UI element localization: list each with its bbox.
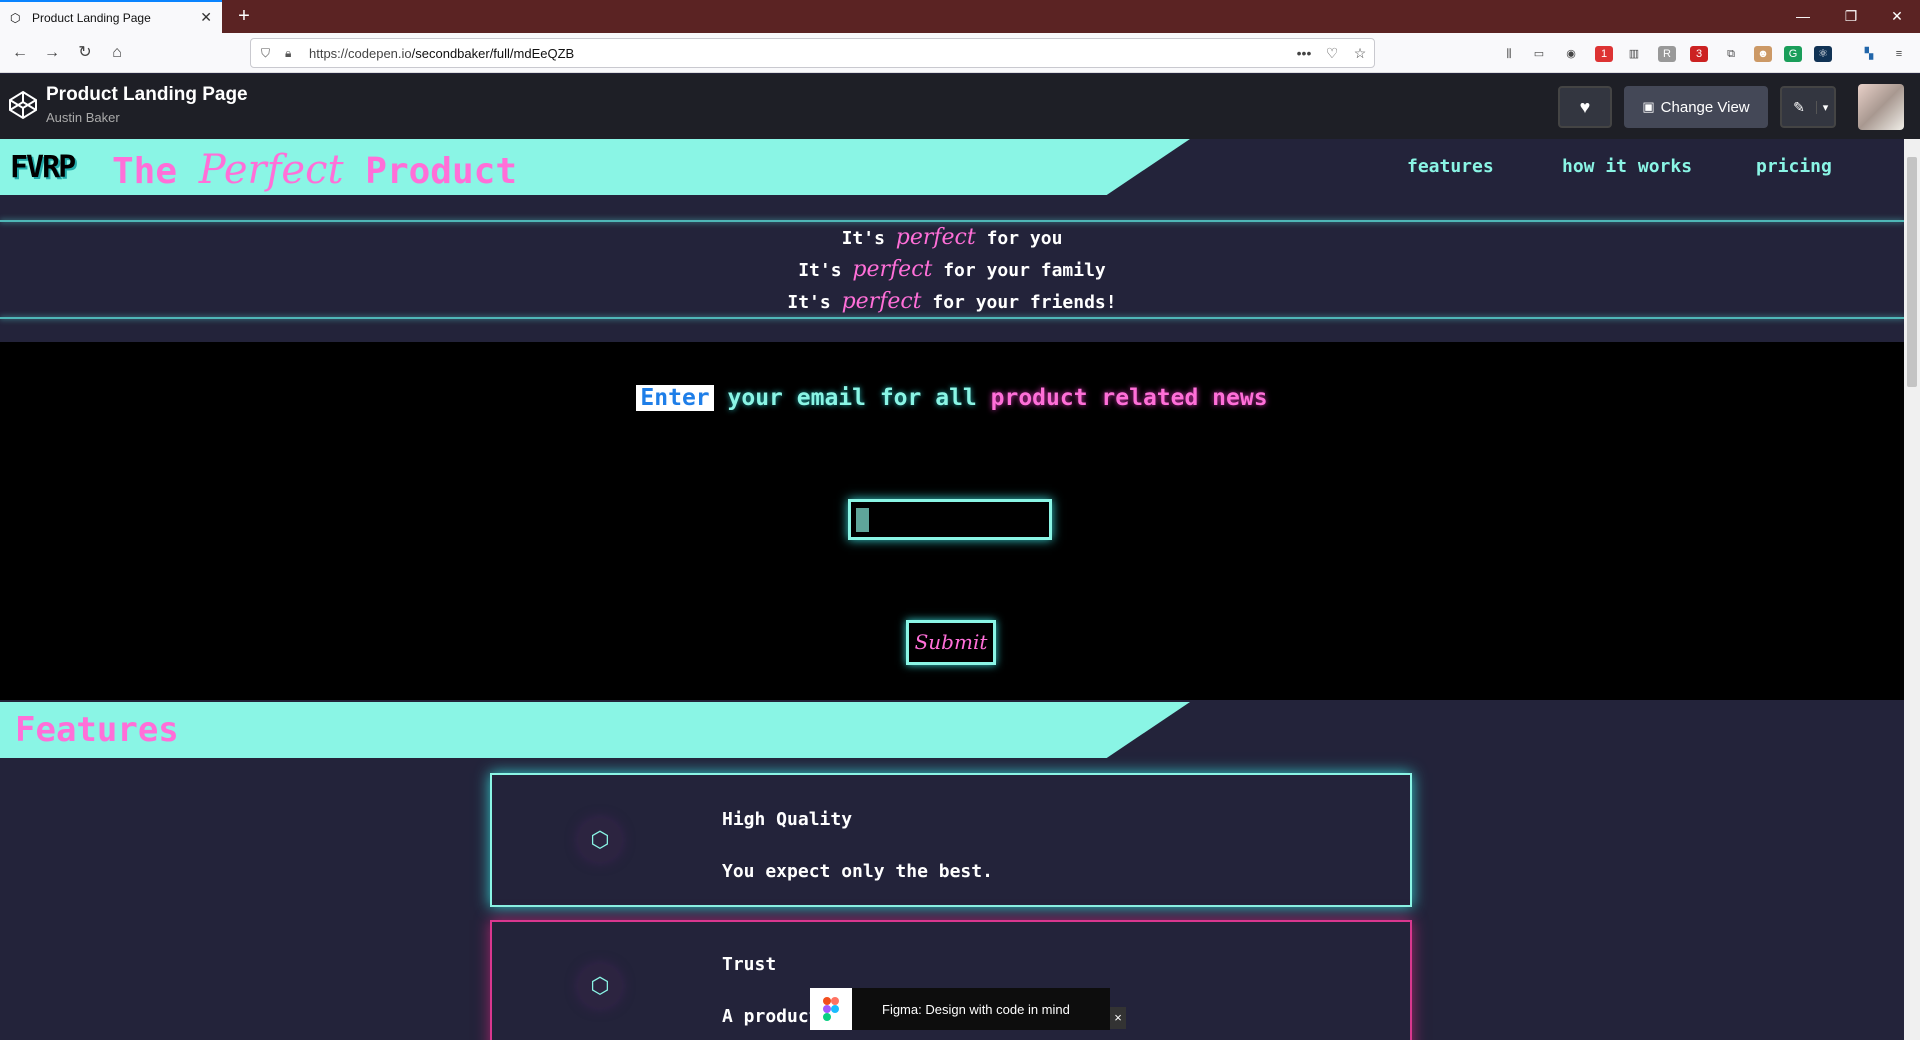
email-signup-section: Enter your email for all product related… (0, 342, 1904, 700)
tagline-pre: It's (798, 260, 842, 281)
tab-title: Product Landing Page (32, 10, 151, 25)
heart-icon: ♥ (1579, 97, 1591, 117)
close-ad-icon[interactable]: × (1110, 1007, 1126, 1029)
site-logo[interactable]: FVRP (10, 150, 76, 185)
site-title: The Perfect Product (112, 147, 517, 193)
browser-tab[interactable]: ⬡ Product Landing Page ✕ (0, 0, 222, 33)
shield-icon[interactable]: ⛉ (261, 46, 277, 61)
avatar[interactable] (1858, 84, 1904, 130)
tagline-perfect: perfect (841, 289, 922, 314)
tagline-post: for your friends! (932, 292, 1117, 313)
tagline-pre: It's (787, 292, 831, 313)
tagline-post: for your family (943, 260, 1106, 281)
feature-title: High Quality (722, 809, 853, 830)
scrollbar[interactable] (1904, 139, 1920, 1040)
tagline-post: for you (986, 228, 1063, 249)
account-icon[interactable]: ◉ (1562, 46, 1580, 62)
lock-icon[interactable]: 🔒︎ (285, 46, 301, 61)
email-input[interactable] (848, 499, 1052, 540)
email-heading: Enter your email for all product related… (0, 385, 1904, 411)
adblock-extension-icon[interactable]: 3 (1690, 46, 1708, 62)
tab-strip: ⬡ Product Landing Page ✕ + — ❐ ✕ (0, 0, 1920, 33)
url-text[interactable]: https://codepen.io/secondbaker/full/mdEe… (309, 46, 1290, 61)
features-heading: Features (15, 710, 179, 750)
grammarly-extension-icon[interactable]: G (1784, 46, 1802, 62)
url-host: https://codepen.io (309, 45, 412, 61)
forward-icon[interactable]: → (40, 41, 64, 65)
tagline-perfect: perfect (895, 225, 976, 250)
chevron-down-icon[interactable]: ▾ (1816, 100, 1834, 114)
feature-card: ⬡ High Quality You expect only the best. (490, 773, 1412, 907)
pin-icon: ✎ (1793, 98, 1805, 115)
title-the: The (112, 151, 178, 192)
nav-link-how-it-works[interactable]: how it works (1562, 156, 1692, 177)
figma-ad-text: Figma: Design with code in mind (882, 1001, 1070, 1017)
nav-link-pricing[interactable]: pricing (1756, 156, 1832, 177)
extensions-icon[interactable]: ▚ (1860, 46, 1878, 62)
submit-button[interactable]: Submit (906, 620, 996, 665)
close-window-icon[interactable]: ✕ (1874, 0, 1920, 33)
email-heading-selected: Enter (636, 385, 714, 411)
page-actions-icon[interactable]: ••• (1290, 45, 1318, 61)
new-tab-button[interactable]: + (232, 4, 256, 28)
pen-title: Product Landing Page (46, 84, 248, 105)
extension-badge-count: 1 (1600, 48, 1608, 60)
url-path: /secondbaker/full/mdEeQZB (411, 45, 575, 61)
monkey-extension-icon[interactable]: ☻ (1754, 46, 1772, 62)
view-icon: ▣ (1642, 99, 1655, 114)
divider (0, 220, 1904, 222)
sidebar-icon[interactable]: ▭ (1530, 46, 1548, 62)
url-bar[interactable]: ⛉ 🔒︎ https://codepen.io/secondbaker/full… (250, 38, 1375, 68)
codepen-favicon-icon: ⬡ (10, 10, 21, 25)
codepen-logo-icon[interactable] (8, 90, 38, 120)
close-tab-icon[interactable]: ✕ (200, 9, 212, 26)
restore-icon[interactable]: ❐ (1828, 0, 1874, 33)
barcode-extension-icon[interactable]: ▥ (1625, 46, 1643, 62)
bookmark-star-icon[interactable]: ☆ (1346, 45, 1374, 62)
extension-badge-icon[interactable]: 1 (1595, 46, 1613, 62)
change-view-button[interactable]: ▣ Change View (1624, 86, 1768, 128)
email-heading-pink: product related news (990, 385, 1268, 411)
minimize-icon[interactable]: — (1780, 0, 1826, 33)
back-icon[interactable]: ← (8, 41, 32, 65)
figma-logo-icon (810, 988, 852, 1030)
text-cursor (856, 508, 869, 532)
cube-icon: ⬡ (578, 964, 622, 1008)
cube-icon: ⬡ (578, 818, 622, 862)
react-devtools-icon[interactable]: ⚛ (1814, 46, 1832, 62)
tagline-line: It's perfect for your family (0, 257, 1904, 282)
hamburger-menu-icon[interactable]: ≡ (1890, 46, 1908, 62)
nav-link-features[interactable]: features (1407, 156, 1494, 177)
change-view-label: Change View (1660, 98, 1750, 116)
feature-title: Trust (722, 954, 777, 975)
feature-description: You expect only the best. (722, 861, 993, 882)
figma-ad-banner[interactable]: Figma: Design with code in mind (810, 988, 1110, 1030)
title-perfect: Perfect (198, 147, 344, 193)
tagline-pre: It's (841, 228, 885, 249)
library-icon[interactable]: ⫼ (1500, 46, 1518, 62)
codepen-header: Product Landing Page Austin Baker ♥ ▣ Cha… (0, 74, 1920, 139)
tagline-line: It's perfect for your friends! (0, 289, 1904, 314)
feature-description: A product (722, 1006, 820, 1027)
scrollbar-thumb[interactable] (1907, 157, 1917, 387)
pocket-icon[interactable]: ♡ (1318, 45, 1346, 62)
navigation-toolbar: ← → ↻ ⌂ ⛉ 🔒︎ https://codepen.io/secondba… (0, 33, 1920, 73)
adblock-badge-count: 3 (1695, 48, 1703, 60)
reader-extension-icon[interactable]: R (1658, 46, 1676, 62)
puzzle-extension-icon[interactable]: ⧉ (1722, 46, 1740, 62)
home-icon[interactable]: ⌂ (105, 41, 129, 65)
pen-author[interactable]: Austin Baker (46, 110, 120, 125)
email-heading-middle: your email for all (713, 385, 991, 411)
like-button[interactable]: ♥ (1558, 86, 1612, 128)
reload-icon[interactable]: ↻ (73, 41, 97, 65)
tagline-perfect: perfect (852, 257, 933, 282)
tagline-line: It's perfect for you (0, 225, 1904, 250)
pin-button[interactable]: ✎ ▾ (1780, 86, 1836, 128)
divider (0, 317, 1904, 319)
pen-preview: FVRP The Perfect Product features how it… (0, 139, 1904, 1040)
title-product: Product (365, 151, 517, 192)
